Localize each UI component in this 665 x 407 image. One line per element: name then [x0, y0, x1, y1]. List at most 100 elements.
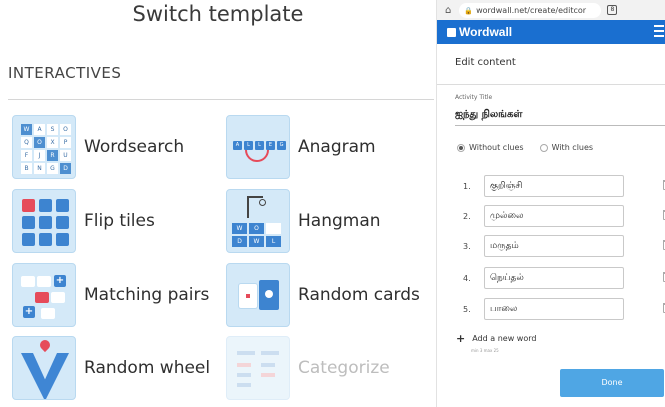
tile-shape: [22, 216, 35, 229]
url-field[interactable]: 🔒 wordwall.net/create/editcor: [459, 2, 602, 18]
category-bar: [237, 383, 251, 387]
grid-cell: D: [60, 163, 71, 174]
item-number: 5.: [463, 304, 471, 314]
letter-tile: E: [266, 141, 275, 150]
tile-shape: [56, 199, 69, 212]
word-input[interactable]: நெய்தல்: [484, 267, 624, 289]
pin-icon: [37, 337, 53, 353]
wordwall-header: Wordwall: [437, 20, 665, 44]
hangman-head-icon: [259, 199, 266, 206]
wheel-icon: [21, 353, 69, 399]
template-label: Random cards: [298, 285, 420, 305]
word-item: 3. மருதம்: [463, 235, 665, 257]
grid-cell: O: [60, 124, 71, 135]
section-label-interactives: INTERACTIVES: [8, 64, 122, 82]
browser-address-bar: ⌂ 🔒 wordwall.net/create/editcor 8: [437, 0, 665, 20]
template-categorize[interactable]: Categorize: [226, 336, 390, 400]
letter-tile: O: [249, 223, 264, 234]
category-bar: [237, 363, 251, 367]
plus-icon: +: [54, 275, 66, 287]
template-hangman[interactable]: W O D W L Hangman: [226, 189, 381, 253]
tile-shape: [22, 233, 35, 246]
add-word-label: Add a new word: [472, 334, 537, 343]
category-bar: [261, 363, 275, 367]
lock-icon: 🔒: [464, 6, 474, 15]
template-wordsearch[interactable]: W A S O Q O X P F J R U B N G D Wordsear…: [12, 115, 184, 179]
add-word-button[interactable]: + Add a new word: [456, 331, 537, 345]
word-item: 4. நெய்தல்: [463, 267, 665, 289]
categorize-thumbnail: [226, 336, 290, 400]
wordwall-logo[interactable]: Wordwall: [447, 25, 512, 39]
letter-tile: L: [244, 141, 253, 150]
template-random-cards[interactable]: Random cards: [226, 263, 420, 327]
letter-tile: W: [249, 236, 264, 247]
hamburger-menu-icon[interactable]: [654, 25, 664, 40]
home-icon[interactable]: ⌂: [445, 5, 451, 16]
url-text: wordwall.net/create/editcor: [476, 5, 587, 15]
item-number: 3.: [463, 241, 471, 251]
word-input[interactable]: பாலை: [484, 298, 624, 320]
grid-cell: W: [21, 124, 32, 135]
item-number: 4.: [463, 273, 471, 283]
word-item: 1. குறிஞ்சி: [463, 175, 665, 197]
template-matching-pairs[interactable]: + + Matching pairs: [12, 263, 209, 327]
switch-template-panel: Switch template INTERACTIVES W A S O Q O…: [0, 0, 436, 407]
card-shape: [51, 292, 65, 303]
letter-tile: L: [266, 236, 281, 247]
tab-count-icon[interactable]: 8: [607, 5, 618, 15]
template-label: Categorize: [298, 358, 390, 378]
gallows-post: [247, 196, 249, 218]
flip-tiles-thumbnail: [12, 189, 76, 253]
plus-icon: +: [456, 331, 466, 345]
grid-cell: G: [47, 163, 58, 174]
swap-arrow-icon: [245, 150, 269, 162]
template-label: Flip tiles: [84, 211, 155, 231]
radio-with-clues[interactable]: [539, 143, 548, 152]
word-item: 2. முல்லை: [463, 205, 665, 227]
anagram-thumbnail: A L L E G: [226, 115, 290, 179]
word-input[interactable]: முல்லை: [484, 205, 624, 227]
category-bar: [237, 373, 251, 377]
tile-shape: [39, 216, 52, 229]
template-flip-tiles[interactable]: Flip tiles: [12, 189, 155, 253]
random-wheel-thumbnail: [12, 336, 76, 400]
tile-shape: [22, 199, 35, 212]
tile-shape: [56, 233, 69, 246]
grid-cell: N: [34, 163, 45, 174]
template-label: Anagram: [298, 137, 376, 157]
card-shape: [37, 276, 51, 287]
clue-options: Without clues With clues: [457, 143, 593, 152]
wordsearch-thumbnail: W A S O Q O X P F J R U B N G D: [12, 115, 76, 179]
activity-title-label: Activity Title: [455, 94, 493, 101]
item-number: 1.: [463, 181, 471, 191]
item-number: 2.: [463, 211, 471, 221]
grid-cell: F: [21, 150, 32, 161]
grid-cell: U: [60, 150, 71, 161]
done-button[interactable]: Done: [560, 369, 664, 397]
activity-title-input[interactable]: ஐந்து நிலங்கள்: [455, 104, 665, 126]
template-label: Matching pairs: [84, 285, 210, 305]
logo-icon: [447, 28, 456, 37]
matching-pairs-thumbnail: + +: [12, 263, 76, 327]
brand-name: Wordwall: [459, 25, 513, 39]
grid-cell: B: [21, 163, 32, 174]
template-random-wheel[interactable]: Random wheel: [12, 336, 210, 400]
radio-without-clues[interactable]: [457, 143, 465, 152]
template-label: Wordsearch: [84, 137, 185, 157]
word-input[interactable]: குறிஞ்சி: [484, 175, 624, 197]
panel-title: Switch template: [132, 2, 304, 26]
template-label: Random wheel: [84, 358, 211, 378]
card-shape: [35, 292, 49, 303]
grid-cell: R: [47, 150, 58, 161]
grid-cell: S: [47, 124, 58, 135]
grid-cell: O: [34, 137, 45, 148]
random-cards-thumbnail: [226, 263, 290, 327]
radio-label: With clues: [551, 143, 594, 152]
template-anagram[interactable]: A L L E G Anagram: [226, 115, 376, 179]
hangman-thumbnail: W O D W L: [226, 189, 290, 253]
tile-shape: [39, 199, 52, 212]
word-input[interactable]: மருதம்: [484, 235, 624, 257]
section-divider: [8, 99, 434, 100]
grid-cell: P: [60, 137, 71, 148]
gallows-beam: [247, 196, 263, 198]
